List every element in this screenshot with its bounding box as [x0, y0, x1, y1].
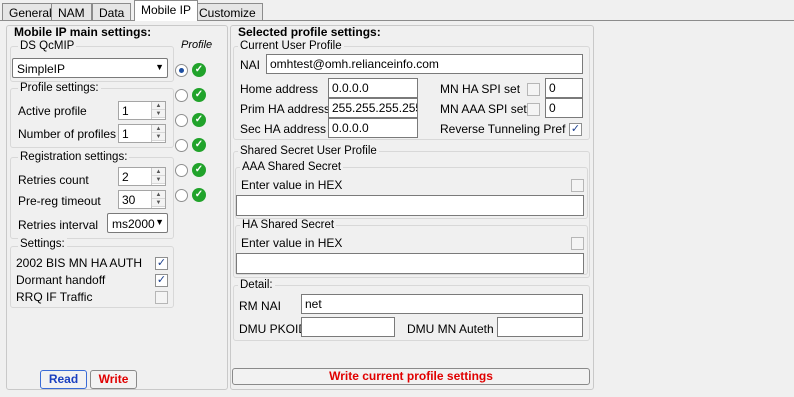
mn-aaa-spi-checkbox[interactable]: [527, 103, 540, 116]
spin-down-icon[interactable]: ▼: [152, 133, 165, 141]
profile-radio-4[interactable]: [175, 139, 188, 152]
rm-nai-label: RM NAI: [239, 299, 281, 313]
spin-down-icon[interactable]: ▼: [152, 110, 165, 118]
spin-up-icon[interactable]: ▲: [152, 191, 165, 199]
ha-hex-checkbox[interactable]: [571, 237, 584, 250]
home-address-field[interactable]: 0.0.0.0: [328, 78, 418, 98]
profile-settings-label: Profile settings:: [18, 82, 101, 94]
tab-nam[interactable]: NAM: [51, 3, 92, 21]
ds-qcmip-label: DS QcMIP: [18, 40, 77, 52]
spin-up-icon[interactable]: ▲: [152, 168, 165, 176]
spin-down-icon[interactable]: ▼: [152, 199, 165, 207]
ds-qcmip-select[interactable]: SimpleIP ▼: [12, 58, 168, 78]
ha-shared-secret-label: HA Shared Secret: [240, 219, 337, 231]
setting-2002-bis-checkbox[interactable]: ✓: [155, 257, 168, 270]
current-user-profile-label: Current User Profile: [238, 40, 344, 52]
tab-data[interactable]: Data: [92, 3, 132, 21]
checkmark-ok-icon: ✓: [192, 63, 206, 77]
detail-label: Detail:: [238, 279, 275, 291]
spin-down-icon[interactable]: ▼: [152, 176, 165, 184]
radio-selected-icon: [179, 68, 184, 73]
selected-profile-title: Selected profile settings:: [238, 25, 381, 39]
retries-count-label: Retries count: [18, 173, 89, 187]
shared-secret-label: Shared Secret User Profile: [238, 145, 379, 157]
dmu-pkoid-label: DMU PKOID: [239, 322, 308, 336]
write-button[interactable]: Write: [90, 370, 137, 389]
dmu-pkoid-field[interactable]: [301, 317, 395, 337]
prereg-timeout-value: 30: [122, 193, 136, 207]
setting-label-dormant: Dormant handoff: [16, 273, 106, 287]
write-current-profile-button[interactable]: Write current profile settings: [232, 368, 590, 385]
mn-aaa-spi-label: MN AAA SPI set: [440, 102, 527, 116]
setting-rrq-checkbox[interactable]: [155, 291, 168, 304]
checkmark-ok-icon: ✓: [192, 138, 206, 152]
prim-ha-address-field[interactable]: 255.255.255.255: [328, 98, 418, 118]
reverse-tunneling-label: Reverse Tunneling Pref: [440, 122, 566, 136]
registration-settings-label: Registration settings:: [18, 151, 130, 163]
nai-field[interactable]: omhtest@omh.relianceinfo.com: [266, 54, 583, 74]
profile-radio-2[interactable]: [175, 89, 188, 102]
main-settings-title: Mobile IP main settings:: [14, 25, 152, 39]
active-profile-stepper[interactable]: 1 ▲ ▼: [118, 101, 166, 120]
nai-label: NAI: [240, 58, 261, 72]
retries-interval-select[interactable]: ms2000 ▼: [107, 213, 168, 233]
profile-radio-5[interactable]: [175, 164, 188, 177]
prereg-timeout-stepper[interactable]: 30 ▲ ▼: [118, 190, 166, 209]
mn-ha-spi-checkbox[interactable]: [527, 83, 540, 96]
spin-up-icon[interactable]: ▲: [152, 102, 165, 110]
checkmark-ok-icon: ✓: [192, 113, 206, 127]
prereg-timeout-label: Pre-reg timeout: [18, 194, 101, 208]
retries-count-value: 2: [122, 170, 129, 184]
checkmark-ok-icon: ✓: [192, 188, 206, 202]
dmu-mn-auteth-label: DMU MN Auteth: [407, 322, 494, 336]
retries-count-stepper[interactable]: 2 ▲ ▼: [118, 167, 166, 186]
aaa-shared-secret-label: AAA Shared Secret: [240, 161, 344, 173]
aaa-hex-checkbox[interactable]: [571, 179, 584, 192]
reverse-tunneling-checkbox[interactable]: ✓: [569, 123, 582, 136]
retries-interval-value: ms2000: [112, 217, 155, 231]
number-of-profiles-value: 1: [122, 127, 129, 141]
setting-dormant-checkbox[interactable]: ✓: [155, 274, 168, 287]
active-profile-label: Active profile: [18, 104, 87, 118]
aaa-hex-label: Enter value in HEX: [241, 178, 343, 192]
prim-ha-address-label: Prim HA address: [240, 102, 331, 116]
sec-ha-address-field[interactable]: 0.0.0.0: [328, 118, 418, 138]
retries-interval-label: Retries interval: [18, 218, 99, 232]
setting-label-2002-bis: 2002 BIS MN HA AUTH: [16, 256, 143, 270]
rm-nai-field[interactable]: net: [301, 294, 583, 314]
mn-ha-spi-label: MN HA SPI set: [440, 82, 521, 96]
active-profile-value: 1: [122, 104, 129, 118]
dmu-mn-auteth-field[interactable]: [497, 317, 583, 337]
ds-qcmip-value: SimpleIP: [17, 62, 66, 76]
mn-aaa-spi-field[interactable]: 0: [545, 98, 583, 118]
profile-radio-1[interactable]: [175, 64, 188, 77]
ha-hex-label: Enter value in HEX: [241, 236, 343, 250]
sec-ha-address-label: Sec HA address: [240, 122, 327, 136]
aaa-shared-secret-field[interactable]: [236, 195, 584, 216]
read-button[interactable]: Read: [40, 370, 87, 389]
setting-label-rrq: RRQ IF Traffic: [16, 290, 93, 304]
profile-radio-3[interactable]: [175, 114, 188, 127]
profile-radio-6[interactable]: [175, 189, 188, 202]
checkmark-ok-icon: ✓: [192, 163, 206, 177]
profile-column-header: Profile: [181, 39, 213, 51]
checkmark-ok-icon: ✓: [192, 88, 206, 102]
number-of-profiles-stepper[interactable]: 1 ▲ ▼: [118, 124, 166, 143]
tab-mobile-ip[interactable]: Mobile IP: [134, 0, 199, 21]
spin-up-icon[interactable]: ▲: [152, 125, 165, 133]
tab-strip: General NAM Data Mobile IP Customize: [0, 0, 794, 21]
chevron-down-icon: ▼: [155, 217, 164, 227]
ha-shared-secret-field[interactable]: [236, 253, 584, 274]
chevron-down-icon: ▼: [155, 62, 164, 72]
tab-customize[interactable]: Customize: [192, 3, 263, 21]
number-of-profiles-label: Number of profiles: [18, 127, 117, 141]
settings-label: Settings:: [18, 238, 67, 250]
mn-ha-spi-field[interactable]: 0: [545, 78, 583, 98]
mobile-ip-page: Mobile IP main settings: Profile DS QcMI…: [0, 21, 794, 397]
home-address-label: Home address: [240, 82, 319, 96]
